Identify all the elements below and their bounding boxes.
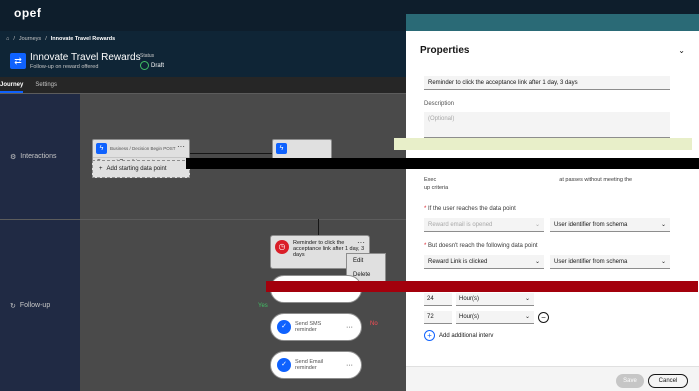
status-icon [140,61,149,70]
check-icon: ✓ [277,358,291,372]
home-icon[interactable]: ⌂ [6,36,9,42]
journey-canvas[interactable]: ⚙ Interactions ↻ Follow-up ϟ Business / … [0,93,406,391]
interval-row: 72 Hour(s) ⌄ − [424,311,549,324]
chevron-down-icon: ⌄ [534,259,540,265]
panel-title: Properties [420,44,470,56]
not-reach-identifier-select[interactable]: User identifier from schema ⌄ [550,255,670,269]
render-artifact [186,158,699,169]
panel-header: Properties ⌄ [406,40,699,60]
page-subtitle: Follow-up on reward offered [30,64,99,70]
add-interval-button[interactable]: + Add additional interv [424,330,493,341]
lightning-icon: ϟ [276,143,287,154]
menu-item-edit[interactable]: Edit [347,254,385,268]
not-reach-data-point-select[interactable]: Reward Link is clicked ⌄ [424,255,544,269]
app-logo: opef [14,6,42,20]
interval-unit-select[interactable]: Hour(s) ⌄ [456,311,534,324]
panel-top-strip [406,14,699,31]
tab-bar: Journey Settings [0,77,406,93]
status-badge: Draft [151,62,165,69]
reach-data-point-select[interactable]: Reward email is opened ⌄ [424,218,544,232]
remove-interval-icon[interactable]: − [538,312,549,323]
save-button[interactable]: Save [616,374,644,388]
render-artifact [394,138,692,150]
interactions-icon: ⚙ [10,153,17,161]
journey-icon: ⇄ [10,53,26,69]
lane-interactions: ⚙ Interactions [0,93,406,219]
interval-value-input[interactable]: 72 [424,311,452,324]
reach-identifier-select[interactable]: User identifier from schema ⌄ [550,218,670,232]
chevron-down-icon: ⌄ [524,314,530,320]
chevron-down-icon: ⌄ [534,222,540,228]
execution-description: Exec at passes without meeting the up cr… [424,177,633,191]
lightning-icon: ϟ [96,143,107,154]
yes-label: Yes [258,303,268,309]
cancel-button[interactable]: Cancel [648,374,688,388]
interval-unit-select[interactable]: Hour(s) ⌄ [456,293,534,306]
interval-value-input[interactable]: 24 [424,293,452,306]
name-field[interactable]: Reminder to click the acceptance link af… [424,76,670,90]
add-starting-data-point-button[interactable]: + Add starting data point [92,160,190,178]
breadcrumb: ⌂ / Journeys / Innovate Travel Rewards [0,31,406,47]
tab-settings[interactable]: Settings [35,77,57,93]
page-title: Innovate Travel Rewards [30,52,141,63]
reach-label: * If the user reaches the data point [424,206,516,212]
overflow-menu-icon[interactable]: ··· [346,324,353,331]
connector-line [190,153,272,154]
node-send-email[interactable]: ✓ Send Email reminder ··· [270,351,362,379]
overflow-menu-icon[interactable]: ··· [177,142,185,151]
description-label: Description [424,101,455,107]
chevron-down-icon: ⌄ [660,222,666,228]
render-artifact [266,281,698,292]
panel-footer: Save Cancel [406,366,699,391]
connector-line [318,219,319,235]
overflow-menu-icon[interactable]: ··· [346,362,353,369]
journey-header: ⇄ Innovate Travel Rewards Follow-up on r… [0,47,406,77]
followup-icon: ↻ [10,302,16,310]
not-reach-label: * But doesn't reach the following data p… [424,243,538,249]
chevron-down-icon[interactable]: ⌄ [678,46,685,55]
description-field[interactable]: (Optional) [424,112,670,138]
plus-icon: + [99,166,103,172]
clock-icon: ◷ [275,240,289,254]
breadcrumb-journeys[interactable]: Journeys [19,36,41,42]
chevron-down-icon: ⌄ [660,259,666,265]
lane-label-followup: ↻ Follow-up [0,220,80,391]
breadcrumb-current: Innovate Travel Rewards [50,36,116,42]
overflow-menu-icon[interactable]: ··· [357,238,365,247]
check-icon: ✓ [277,320,291,334]
node-send-sms[interactable]: ✓ Send SMS reminder ··· [270,313,362,341]
panel-top-bar [406,0,699,31]
tab-journey[interactable]: Journey [0,77,24,93]
interval-row: 24 Hour(s) ⌄ [424,293,534,306]
lane-label-interactions: ⚙ Interactions [0,94,80,219]
add-circle-icon: + [424,330,435,341]
chevron-down-icon: ⌄ [524,296,530,302]
status-block: Status Draft [140,53,165,70]
no-label: No [370,321,378,327]
properties-panel: Properties ⌄ Reminder to click the accep… [186,0,699,391]
